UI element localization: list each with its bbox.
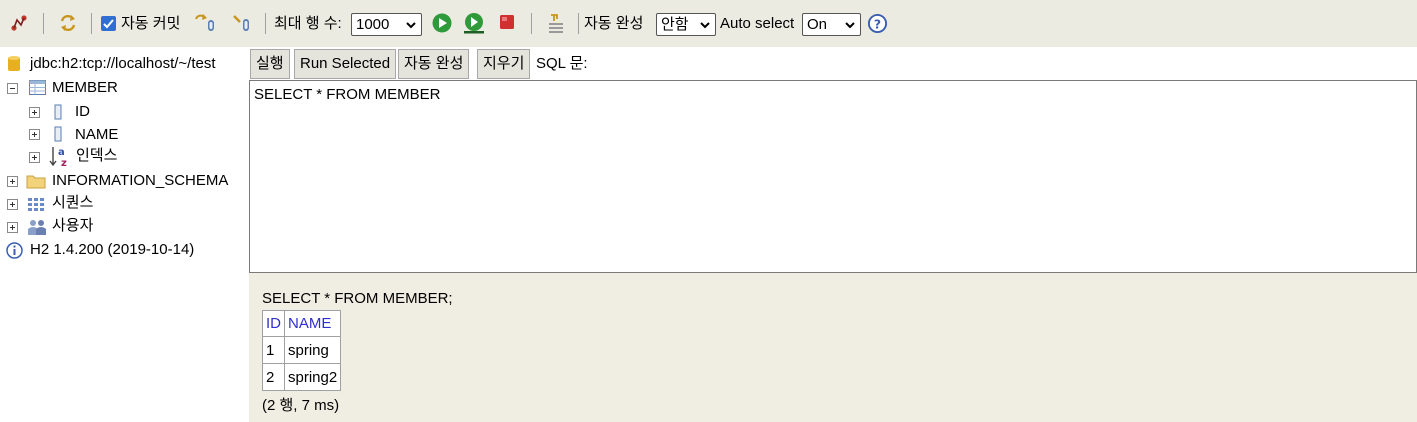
expand-toggle[interactable] bbox=[29, 129, 40, 140]
tree-version: H2 1.4.200 (2019-10-14) bbox=[30, 241, 195, 258]
run-icon[interactable] bbox=[431, 12, 453, 34]
autocomplete-select[interactable]: 안함 bbox=[656, 13, 716, 36]
execute-button[interactable]: 실행 bbox=[250, 49, 290, 79]
result-cell: 2 bbox=[262, 363, 285, 391]
table-icon bbox=[29, 80, 46, 95]
autocommit-checkbox[interactable] bbox=[101, 16, 116, 31]
toolbar-separator bbox=[91, 13, 92, 34]
autoselect-label: Auto select bbox=[720, 15, 795, 32]
chevron-down-icon bbox=[845, 22, 855, 29]
tree-table-member[interactable]: MEMBER bbox=[52, 77, 118, 99]
result-cell: spring2 bbox=[283, 363, 342, 391]
svg-text:a: a bbox=[58, 147, 65, 158]
query-panel: 실행 Run Selected 자동 완성 지우기 SQL 문: SELECT … bbox=[249, 47, 1417, 422]
column-icon bbox=[54, 104, 62, 120]
autocomplete-value: 안함 bbox=[661, 16, 689, 33]
table-row: 2 spring2 bbox=[262, 363, 342, 391]
index-sort-icon: a z bbox=[49, 147, 67, 167]
sql-editor-text: SELECT * FROM MEMBER bbox=[254, 86, 441, 103]
toolbar-separator bbox=[578, 13, 579, 34]
sql-editor[interactable]: SELECT * FROM MEMBER bbox=[249, 80, 1417, 273]
maxrows-label: 최대 행 수: bbox=[274, 15, 342, 32]
result-header-row: ID NAME bbox=[262, 310, 342, 337]
svg-text:?: ? bbox=[874, 16, 881, 31]
result-cell: spring bbox=[283, 336, 342, 364]
autocomplete-button[interactable]: 자동 완성 bbox=[398, 49, 470, 79]
maxrows-select[interactable]: 1000 bbox=[351, 13, 422, 36]
toolbar-separator bbox=[531, 13, 532, 34]
schema-tree: jdbc:h2:tcp://localhost/~/test MEMBER ID… bbox=[0, 47, 249, 422]
tree-connection[interactable]: jdbc:h2:tcp://localhost/~/test bbox=[30, 53, 216, 75]
autoselect-select[interactable]: On bbox=[802, 13, 861, 36]
tree-sequences[interactable]: 시퀀스 bbox=[52, 192, 93, 214]
chevron-down-icon bbox=[406, 22, 416, 29]
maxrows-value: 1000 bbox=[356, 16, 390, 33]
tree-column-name[interactable]: NAME bbox=[75, 124, 118, 146]
expand-toggle[interactable] bbox=[29, 107, 40, 118]
result-footer: (2 행, 7 ms) bbox=[262, 397, 340, 414]
tree-indexes[interactable]: 인덱스 bbox=[76, 145, 117, 167]
expand-toggle[interactable] bbox=[29, 152, 40, 163]
expand-toggle[interactable] bbox=[7, 222, 18, 233]
toolbar-separator bbox=[265, 13, 266, 34]
run-selected-icon[interactable] bbox=[463, 12, 485, 34]
expand-toggle[interactable] bbox=[7, 176, 18, 187]
history-icon[interactable] bbox=[545, 12, 567, 34]
users-icon bbox=[28, 220, 46, 235]
collapse-toggle[interactable] bbox=[7, 83, 18, 94]
autoselect-value: On bbox=[807, 16, 828, 33]
stop-icon[interactable] bbox=[496, 12, 518, 34]
result-panel: SELECT * FROM MEMBER; ID NAME 1 spring 2… bbox=[249, 273, 1417, 422]
clear-button[interactable]: 지우기 bbox=[477, 49, 531, 79]
toolbar-separator bbox=[43, 13, 44, 34]
result-query: SELECT * FROM MEMBER; bbox=[262, 290, 453, 307]
sql-statement-label: SQL 문: bbox=[536, 55, 588, 72]
refresh-icon[interactable] bbox=[57, 12, 79, 34]
result-cell: 1 bbox=[262, 336, 285, 364]
result-header-name[interactable]: NAME bbox=[283, 310, 342, 337]
column-icon bbox=[54, 126, 62, 142]
tree-column-id[interactable]: ID bbox=[75, 101, 90, 123]
expand-toggle[interactable] bbox=[7, 199, 18, 210]
run-selected-button[interactable]: Run Selected bbox=[294, 49, 397, 79]
svg-text:z: z bbox=[61, 158, 67, 167]
result-table: ID NAME 1 spring 2 spring2 bbox=[262, 310, 342, 391]
result-header-id[interactable]: ID bbox=[262, 310, 285, 337]
autocommit-label: 자동 커밋 bbox=[121, 15, 181, 32]
autocomplete-label: 자동 완성 bbox=[584, 15, 644, 32]
chevron-down-icon bbox=[700, 22, 710, 29]
toolbar: 자동 커밋 최대 행 수: 1000 자동 완성 안함 Auto select … bbox=[0, 0, 1417, 47]
table-row: 1 spring bbox=[262, 336, 342, 364]
database-icon bbox=[8, 56, 20, 71]
help-icon[interactable]: ? bbox=[867, 13, 888, 34]
commit-icon[interactable] bbox=[231, 12, 253, 34]
tree-users[interactable]: 사용자 bbox=[52, 215, 93, 237]
query-button-bar: 실행 Run Selected 자동 완성 지우기 SQL 문: bbox=[249, 47, 1417, 80]
rollback-icon[interactable] bbox=[194, 12, 216, 34]
info-icon bbox=[6, 242, 23, 259]
disconnect-icon[interactable] bbox=[8, 12, 30, 34]
sequence-icon bbox=[28, 198, 44, 211]
folder-icon bbox=[26, 175, 46, 189]
tree-schema[interactable]: INFORMATION_SCHEMA bbox=[52, 170, 228, 192]
